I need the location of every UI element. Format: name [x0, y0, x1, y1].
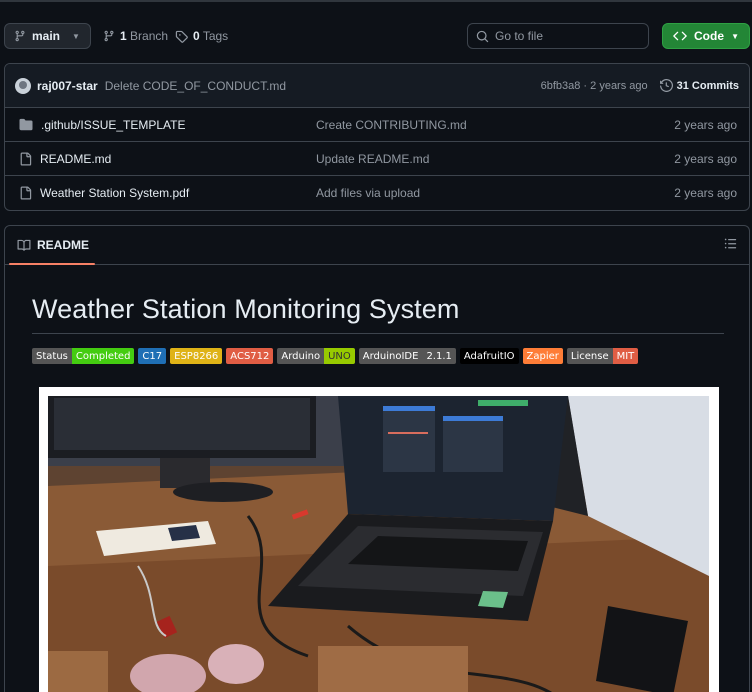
top-border — [0, 0, 752, 2]
code-icon — [673, 31, 687, 41]
file-icon — [20, 186, 32, 200]
avatar[interactable] — [15, 77, 31, 94]
tags-link[interactable]: 0 Tags — [175, 23, 228, 49]
badge-acs712[interactable]: ACS712 — [226, 348, 274, 364]
readme-panel: README Weather Station Monitoring System… — [4, 225, 750, 692]
readme-tab-label: README — [37, 238, 90, 252]
file-icon — [20, 152, 32, 165]
title-divider — [32, 333, 724, 334]
branches-link[interactable]: 1 Branch — [103, 23, 168, 49]
readme-tab[interactable]: README — [17, 238, 89, 252]
project-photo-illustration — [48, 396, 709, 692]
badge-esp8266[interactable]: ESP8266 — [170, 348, 223, 364]
go-to-file-input[interactable]: Go to file — [467, 23, 649, 49]
badge-arduino[interactable]: Arduino UNO — [277, 348, 355, 364]
badge-license[interactable]: License MIT — [566, 348, 639, 364]
branches-count: 1 — [120, 29, 127, 43]
badge-status[interactable]: Status Completed — [32, 348, 135, 364]
tags-label: Tags — [202, 29, 229, 43]
file-commit-message[interactable]: Update README.md — [316, 152, 429, 166]
chevron-down-icon: ▼ — [731, 31, 739, 41]
file-age: 2 years ago — [674, 151, 737, 166]
badge-c17[interactable]: C17 — [138, 348, 167, 364]
tag-icon — [175, 30, 188, 43]
badge-arduino-ide[interactable]: ArduinoIDE 2.1.1 — [358, 348, 456, 364]
code-button[interactable]: Code ▼ — [662, 23, 750, 49]
code-button-label: Code — [694, 29, 724, 43]
file-commit-message[interactable]: Create CONTRIBUTING.md — [316, 118, 467, 132]
commit-message[interactable]: Delete CODE_OF_CONDUCT.md — [105, 79, 286, 93]
badge-row: Status Completed C17 ESP8266 ACS712 Ardui… — [32, 348, 639, 364]
branch-selector-button[interactable]: main ▼ — [4, 23, 91, 49]
file-browser: raj007-star Delete CODE_OF_CONDUCT.md 6b… — [4, 63, 750, 211]
readme-header: README — [5, 226, 749, 265]
latest-commit-bar: raj007-star Delete CODE_OF_CONDUCT.md 6b… — [5, 64, 749, 108]
chevron-down-icon: ▼ — [72, 31, 80, 41]
file-row[interactable]: Weather Station System.pdf Add files via… — [5, 176, 749, 210]
commit-author[interactable]: raj007-star — [37, 79, 98, 93]
active-tab-indicator — [9, 263, 95, 265]
badge-zapier[interactable]: Zapier — [522, 348, 563, 364]
badge-adafruit-io[interactable]: AdafruitIO — [459, 348, 519, 364]
readme-title: Weather Station Monitoring System — [32, 294, 460, 324]
branches-label: Branch — [130, 29, 169, 43]
book-icon — [17, 239, 31, 251]
history-icon — [659, 79, 673, 92]
file-name[interactable]: README.md — [40, 152, 111, 166]
project-photo — [39, 387, 719, 692]
tags-count: 0 — [193, 29, 200, 43]
file-age: 2 years ago — [674, 186, 737, 200]
folder-icon — [19, 118, 33, 131]
list-icon[interactable] — [724, 237, 737, 253]
file-age: 2 years ago — [674, 117, 737, 132]
branch-name: main — [32, 29, 61, 43]
file-name[interactable]: Weather Station System.pdf — [40, 186, 189, 200]
commits-link[interactable]: 31 Commits — [659, 79, 739, 92]
git-branch-icon — [15, 30, 25, 42]
file-commit-message[interactable]: Add files via upload — [316, 186, 420, 200]
search-icon — [476, 30, 489, 42]
file-row[interactable]: README.md Update README.md 2 years ago — [5, 142, 749, 176]
git-branch-icon — [104, 30, 114, 42]
commits-count: 31 Commits — [676, 79, 739, 92]
commit-hash-time[interactable]: 6bfb3a8 · 2 years ago — [541, 80, 648, 92]
file-name[interactable]: .github/ISSUE_TEMPLATE — [41, 118, 186, 132]
file-row[interactable]: .github/ISSUE_TEMPLATE Create CONTRIBUTI… — [5, 108, 749, 142]
go-to-file-placeholder: Go to file — [495, 29, 544, 43]
